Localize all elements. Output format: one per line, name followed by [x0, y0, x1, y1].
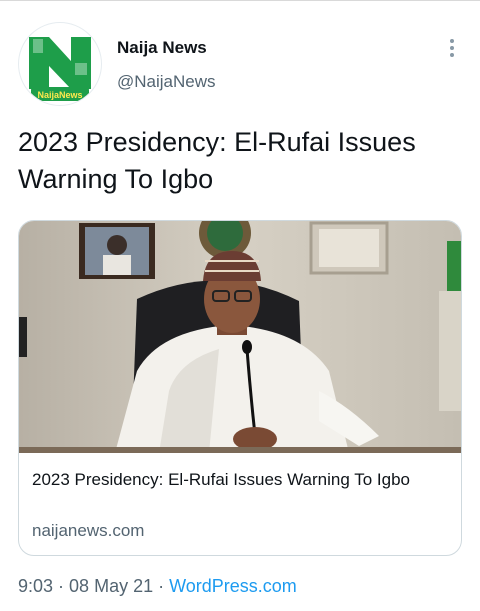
author-name[interactable]: Naija News	[117, 38, 207, 58]
tweet-source-link[interactable]: WordPress.com	[169, 576, 297, 596]
tweet-text: 2023 Presidency: El-Rufai Issues Warning…	[18, 127, 416, 194]
more-options-icon[interactable]	[442, 36, 462, 60]
naija-news-logo: NaijaNews	[20, 24, 100, 104]
card-domain: naijanews.com	[32, 521, 145, 540]
card-title[interactable]: 2023 Presidency: El-Rufai Issues Warning…	[32, 467, 442, 493]
link-preview-card[interactable]: 2023 Presidency: El-Rufai Issues Warning…	[18, 220, 462, 556]
card-image	[19, 221, 461, 454]
tweet-header: NaijaNews Naija News @NaijaNews	[18, 22, 462, 106]
meta-separator: ·	[53, 576, 70, 596]
tweet-meta: 9:03 · 08 May 21 · WordPress.com	[18, 576, 297, 597]
avatar[interactable]: NaijaNews	[18, 22, 102, 106]
tweet-time[interactable]: 9:03	[18, 576, 53, 596]
meta-separator: ·	[153, 576, 170, 596]
tweet-date[interactable]: 08 May 21	[69, 576, 153, 596]
logo-lettering: NaijaNews	[37, 90, 82, 100]
author-handle[interactable]: @NaijaNews	[117, 72, 216, 92]
top-divider	[0, 0, 480, 1]
